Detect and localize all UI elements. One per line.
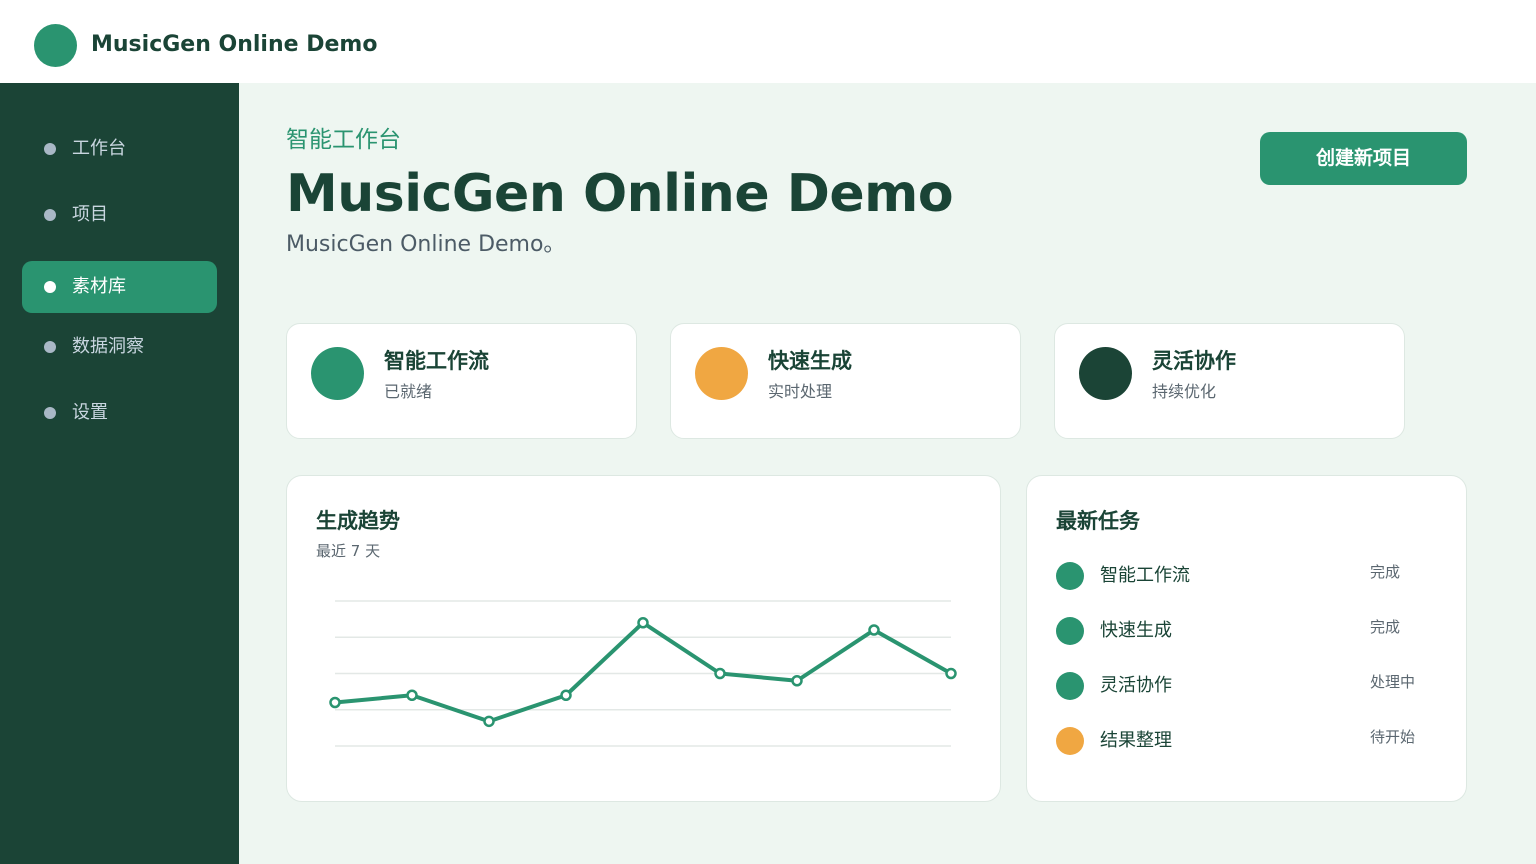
tasks-title: 最新任务 bbox=[1056, 509, 1140, 533]
sidebar: 工作台 项目 素材库 数据洞察 设置 bbox=[0, 83, 239, 864]
sidebar-item-label: 工作台 bbox=[72, 138, 126, 159]
data-point bbox=[406, 689, 418, 701]
task-status: 完成 bbox=[1370, 563, 1401, 581]
data-point bbox=[483, 715, 495, 728]
page-title: MusicGen Online Demo bbox=[286, 164, 954, 224]
sidebar-item-projects[interactable]: 项目 bbox=[22, 189, 217, 241]
feature-card-collaboration[interactable]: 灵活协作 持续优化 bbox=[1054, 323, 1405, 439]
data-point bbox=[714, 667, 726, 680]
data-point bbox=[868, 624, 880, 636]
sidebar-item-label: 设置 bbox=[72, 402, 108, 423]
status-circle-icon bbox=[311, 347, 364, 400]
task-row[interactable]: 结果整理 待开始 bbox=[1027, 721, 1465, 761]
status-circle-icon bbox=[1079, 347, 1132, 400]
card-subtitle: 持续优化 bbox=[1152, 382, 1217, 401]
task-row[interactable]: 智能工作流 完成 bbox=[1027, 556, 1465, 596]
top-bar: MusicGen Online Demo bbox=[0, 0, 1536, 83]
sidebar-item-label: 项目 bbox=[72, 204, 108, 225]
data-point bbox=[637, 617, 649, 629]
sidebar-item-assets[interactable]: 素材库 bbox=[22, 261, 217, 313]
task-status-dot-icon bbox=[1056, 617, 1084, 645]
task-row[interactable]: 灵活协作 处理中 bbox=[1027, 666, 1465, 706]
bullet-icon bbox=[44, 341, 56, 353]
sidebar-item-insights[interactable]: 数据洞察 bbox=[22, 321, 217, 373]
task-row[interactable]: 快速生成 完成 bbox=[1027, 611, 1465, 651]
trend-chart bbox=[329, 600, 957, 747]
task-status-dot-icon bbox=[1056, 672, 1084, 700]
task-status: 完成 bbox=[1370, 618, 1401, 636]
data-point bbox=[945, 667, 957, 680]
card-title: 智能工作流 bbox=[384, 349, 489, 373]
card-subtitle: 已就绪 bbox=[384, 382, 433, 401]
task-name: 结果整理 bbox=[1100, 730, 1172, 751]
feature-card-generation[interactable]: 快速生成 实时处理 bbox=[670, 323, 1021, 439]
create-project-button[interactable]: 创建新项目 bbox=[1260, 132, 1467, 185]
task-status: 处理中 bbox=[1370, 673, 1416, 691]
card-title: 灵活协作 bbox=[1152, 349, 1236, 373]
tasks-panel: 最新任务 智能工作流 完成 快速生成 完成 灵活协作 处理中 结果整理 待开始 bbox=[1026, 475, 1467, 802]
card-title: 快速生成 bbox=[768, 349, 852, 373]
task-name: 智能工作流 bbox=[1100, 565, 1190, 586]
task-status: 待开始 bbox=[1370, 728, 1416, 746]
app-logo[interactable] bbox=[34, 24, 77, 67]
sidebar-item-label: 数据洞察 bbox=[72, 336, 144, 357]
task-status-dot-icon bbox=[1056, 727, 1084, 755]
task-status-dot-icon bbox=[1056, 562, 1084, 590]
feature-card-workflow[interactable]: 智能工作流 已就绪 bbox=[286, 323, 637, 439]
data-point bbox=[791, 675, 803, 687]
page-subtitle: MusicGen Online Demo。 bbox=[286, 232, 566, 257]
sidebar-item-workbench[interactable]: 工作台 bbox=[22, 123, 217, 175]
card-subtitle: 实时处理 bbox=[768, 382, 833, 401]
task-name: 灵活协作 bbox=[1100, 675, 1172, 696]
bullet-icon bbox=[44, 407, 56, 419]
page-kicker: 智能工作台 bbox=[286, 127, 401, 153]
sidebar-item-settings[interactable]: 设置 bbox=[22, 387, 217, 439]
sidebar-item-label: 素材库 bbox=[72, 276, 126, 297]
app-title: MusicGen Online Demo bbox=[91, 32, 378, 57]
trend-panel: 生成趋势 最近 7 天 bbox=[286, 475, 1001, 802]
task-name: 快速生成 bbox=[1100, 620, 1172, 641]
data-point bbox=[329, 696, 341, 709]
bullet-icon bbox=[44, 209, 56, 221]
data-point bbox=[560, 689, 572, 701]
bullet-icon bbox=[44, 143, 56, 155]
status-circle-icon bbox=[695, 347, 748, 400]
bullet-icon bbox=[44, 281, 56, 293]
